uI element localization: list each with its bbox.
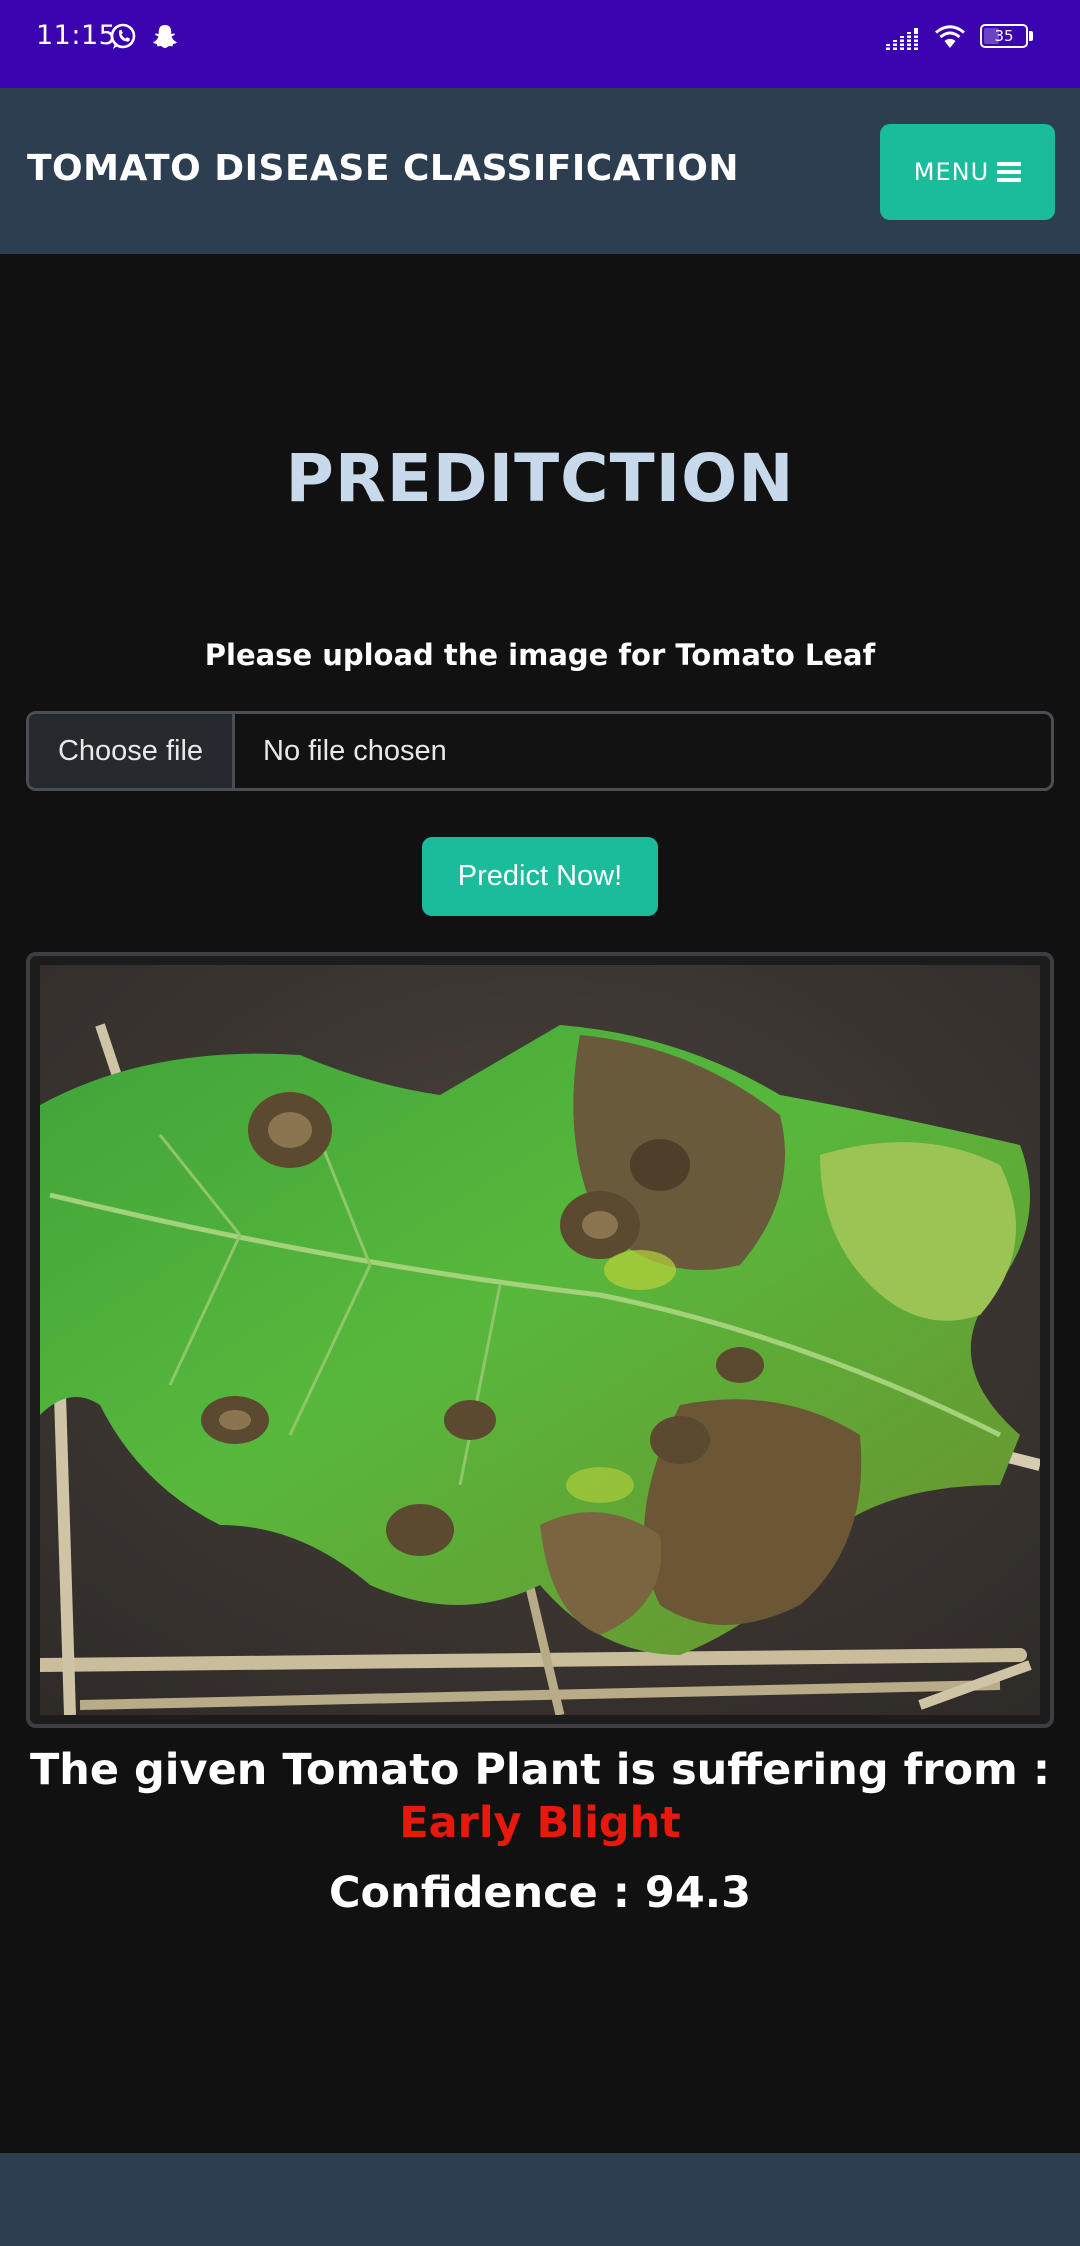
menu-button[interactable]: MENU	[880, 124, 1055, 220]
disease-name: Early Blight	[399, 1798, 681, 1848]
menu-button-label: MENU	[913, 158, 990, 186]
file-status: No file chosen	[263, 734, 447, 767]
footer	[0, 2153, 1080, 2246]
result-prefix: The given Tomato Plant is suffering from…	[29, 1745, 1051, 1795]
whatsapp-icon	[110, 23, 136, 49]
page-title: PREDITCTION	[285, 440, 795, 517]
hamburger-icon	[997, 162, 1022, 182]
predict-button[interactable]: Predict Now!	[422, 837, 658, 916]
brand-title[interactable]: TOMATO DISEASE CLASSIFICATION	[27, 148, 739, 189]
status-time: 11:15	[36, 20, 117, 51]
snapchat-icon	[153, 25, 177, 48]
choose-file-button[interactable]: Choose file	[29, 714, 235, 788]
upload-label: Please upload the image for Tomato Leaf	[204, 638, 876, 672]
signal-icon	[886, 28, 918, 50]
battery-tip	[1029, 31, 1033, 41]
status-bar: 11:15 35	[0, 0, 1080, 88]
battery-level: 35	[994, 27, 1014, 45]
navbar: TOMATO DISEASE CLASSIFICATION MENU	[0, 88, 1080, 254]
file-input[interactable]: Choose file No file chosen	[26, 711, 1054, 791]
leaf-image	[40, 965, 1040, 1715]
wifi-icon	[935, 25, 965, 48]
battery-icon: 35	[980, 24, 1028, 48]
confidence-value: Confidence : 94.3	[328, 1868, 752, 1918]
